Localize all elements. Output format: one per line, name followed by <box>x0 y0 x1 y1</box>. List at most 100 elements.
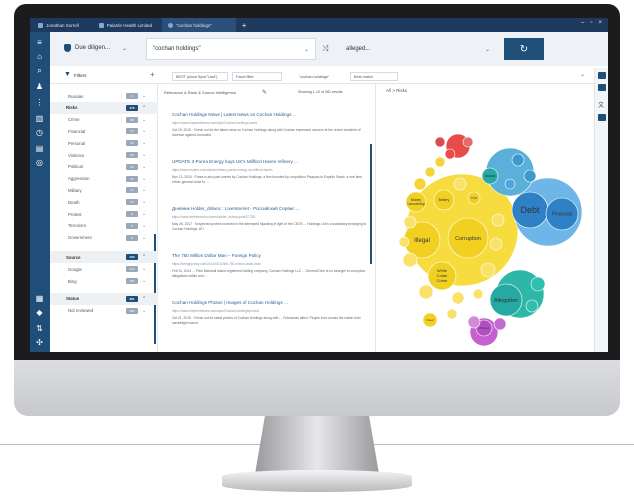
topic-input[interactable]: alleged... ⌄ <box>340 38 500 60</box>
facet-section[interactable]: Status 381 ⌃ <box>50 292 158 305</box>
chevron-down-icon[interactable]: ⌄ <box>142 199 146 205</box>
result-title-link[interactable]: Cochan Holdings Photos | Images of Cocha… <box>172 300 368 305</box>
facet-item[interactable]: Death 12 ⌄ <box>50 196 158 208</box>
clock-icon[interactable]: ◷ <box>34 128 45 137</box>
translate-icon[interactable]: 文 <box>598 100 606 109</box>
result-item[interactable]: Cochan Holdings Photos | Images of Cocha… <box>172 300 368 340</box>
result-item[interactable]: UPDATE 3-Purea Energy buys UK's Millford… <box>172 159 368 199</box>
risk-sub-bubble[interactable] <box>491 213 505 227</box>
facet-item[interactable]: Crime 98 ⌄ <box>50 114 158 126</box>
facet-item[interactable]: Russian 9 ⌄ <box>50 90 158 102</box>
facet-item[interactable]: Not reviewed 381 ⌄ <box>50 305 158 317</box>
result-item[interactable]: Cochan Holdings News | Latest News on Co… <box>172 112 368 152</box>
risk-sub-bubble[interactable] <box>413 177 427 191</box>
user-menu[interactable]: Jonathan Sorrell <box>38 22 79 28</box>
facet-item[interactable]: Violence 40 ⌄ <box>50 149 158 161</box>
grid-icon[interactable] <box>598 72 606 79</box>
facet-item[interactable]: Personal 52 ⌄ <box>50 137 158 149</box>
document-icon[interactable]: ▤ <box>34 144 45 153</box>
match-select[interactable]: Best match <box>350 72 398 81</box>
chevron-down-icon[interactable]: ⌄ <box>142 152 146 158</box>
chevron-down-icon[interactable]: ⌄ <box>142 235 146 241</box>
chevron-down-icon[interactable]: ⌄ <box>142 223 146 229</box>
maximize-button[interactable]: ▫ <box>590 20 592 26</box>
holdings-select[interactable]: "cochan holdings" <box>296 72 348 81</box>
facet-item[interactable]: Financial 74 ⌄ <box>50 125 158 137</box>
risk-sub-bubble[interactable] <box>402 252 418 268</box>
risk-sub-bubble[interactable] <box>451 291 465 305</box>
close-button[interactable]: × <box>598 20 602 26</box>
result-title-link[interactable]: UPDATE 3-Purea Energy buys UK's Millford… <box>172 159 368 164</box>
risk-sub-bubble[interactable] <box>480 262 496 278</box>
result-item[interactable]: Дневник Holder_dslwoc : LiveInternet - Р… <box>172 206 368 246</box>
sort-icon[interactable]: ⇅ <box>34 324 45 333</box>
globe-icon[interactable]: ◎ <box>34 158 45 167</box>
facet-item[interactable]: Military 17 ⌄ <box>50 184 158 196</box>
chevron-down-icon[interactable]: ⌄ <box>142 93 146 99</box>
minimize-button[interactable]: – <box>581 20 584 26</box>
facet-select[interactable]: Facet filter <box>232 72 282 81</box>
risk-sub-bubble[interactable] <box>462 136 474 148</box>
org-menu[interactable]: Palantir Health Limited <box>98 22 152 28</box>
chevron-down-icon[interactable]: ⌄ <box>142 187 146 193</box>
tab-search[interactable]: "cochan holdings" <box>162 18 236 32</box>
facet-item[interactable]: Google 312 ⌄ <box>50 263 158 275</box>
risk-sub-bubble[interactable] <box>472 288 484 300</box>
search-icon[interactable]: ⌕ <box>34 66 45 75</box>
chevron-down-icon[interactable]: ⌄ <box>142 117 146 123</box>
edit-icon[interactable]: ✎ <box>262 89 267 96</box>
risk-sub-bubble[interactable] <box>467 315 481 329</box>
result-title-link[interactable]: The 750 Million Dollar Man – Foreign Pol… <box>172 253 368 258</box>
risk-sub-bubble[interactable] <box>398 236 410 248</box>
facet-section[interactable]: Risks 176 ⌃ <box>50 101 158 114</box>
risk-sub-bubble[interactable] <box>504 178 516 190</box>
risk-sub-bubble[interactable] <box>530 276 546 292</box>
facet-item[interactable]: Political 33 ⌄ <box>50 161 158 173</box>
report-icon[interactable]: ▦ <box>34 294 45 303</box>
profile-select[interactable]: Due diligen... ⌄ <box>64 44 127 52</box>
chevron-down-icon[interactable]: ⌄ <box>142 140 146 146</box>
result-item[interactable]: The 750 Million Dollar Man – Foreign Pol… <box>172 253 368 293</box>
facet-item[interactable]: Aggression 21 ⌄ <box>50 173 158 185</box>
risk-sub-bubble[interactable] <box>523 169 537 183</box>
facet-item[interactable]: Terrorism 6 ⌄ <box>50 220 158 232</box>
chevron-down-icon[interactable]: ⌄ <box>580 71 585 78</box>
chevron-down-icon[interactable]: ⌄ <box>142 176 146 182</box>
risk-sub-bubble[interactable] <box>444 148 456 160</box>
shuffle-icon[interactable]: ⤨ <box>322 44 328 54</box>
query-input[interactable]: "cochan holdings" ⌄ <box>146 38 316 60</box>
people-icon[interactable]: ♟ <box>34 82 45 91</box>
chevron-down-icon[interactable]: ⌄ <box>142 308 146 314</box>
facet-section[interactable]: Source 463 ⌃ <box>50 251 158 264</box>
chevron-up-icon[interactable]: ⌃ <box>142 254 146 260</box>
chevron-down-icon[interactable]: ⌄ <box>142 266 146 272</box>
risk-sub-bubble[interactable] <box>493 317 507 331</box>
risk-sub-bubble[interactable] <box>424 166 436 178</box>
new-tab-button[interactable]: + <box>242 21 247 30</box>
sort-select[interactable]: Relevance & Rank & Source Intelligence <box>164 90 236 95</box>
search-go-button[interactable]: ↻ <box>504 38 544 60</box>
risk-sub-bubble[interactable] <box>434 136 446 148</box>
chevron-down-icon[interactable]: ⌄ <box>142 164 146 170</box>
network-icon[interactable]: ✣ <box>34 338 45 347</box>
chevron-down-icon[interactable]: ⌄ <box>142 128 146 134</box>
chevron-up-icon[interactable]: ⌃ <box>142 296 146 302</box>
home-icon[interactable]: ⌂ <box>34 52 45 61</box>
risk-sub-bubble[interactable] <box>403 215 417 229</box>
chart-icon[interactable]: ▥ <box>34 114 45 123</box>
facet-item[interactable]: Protest 9 ⌄ <box>50 208 158 220</box>
chevron-down-icon[interactable]: ⌄ <box>142 278 146 284</box>
tree-icon[interactable]: ⋮ <box>34 98 45 107</box>
list-icon[interactable] <box>598 84 606 91</box>
add-filter-button[interactable]: + <box>150 70 155 79</box>
chevron-down-icon[interactable]: ⌄ <box>142 211 146 217</box>
risk-sub-bubble[interactable] <box>418 284 434 300</box>
risk-sub-bubble[interactable] <box>489 237 503 251</box>
risk-sub-bubble[interactable] <box>511 153 525 167</box>
menu-icon[interactable]: ≡ <box>34 38 45 47</box>
date-select[interactable]: BEST (since 5yrs/"Last") <box>172 72 228 81</box>
risk-sub-bubble[interactable] <box>525 299 539 313</box>
result-title-link[interactable]: Cochan Holdings News | Latest News on Co… <box>172 112 368 117</box>
results-scrollbar[interactable] <box>370 144 372 264</box>
risk-sub-bubble[interactable] <box>434 156 446 168</box>
